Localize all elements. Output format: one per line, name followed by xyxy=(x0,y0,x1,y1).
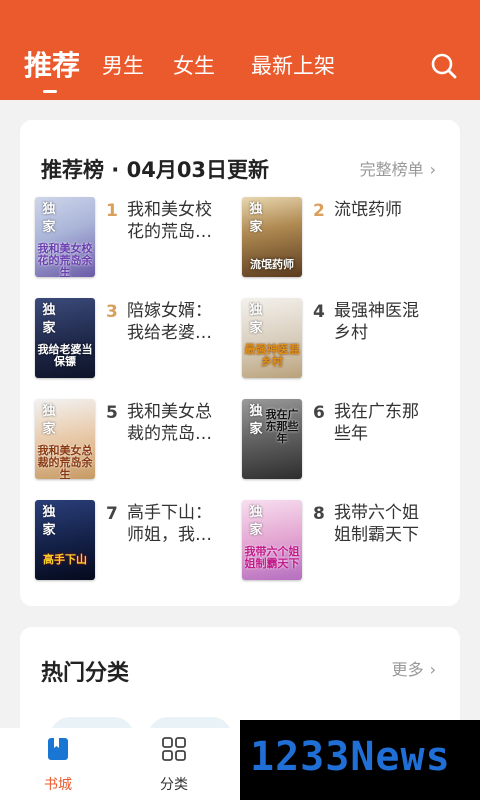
cover-title: 我在广东那些年 xyxy=(265,408,299,445)
book-cover: 独家 我带六个姐姐制霸天下 xyxy=(242,500,302,580)
book-title: 我和美女校花的荒岛… xyxy=(127,200,212,242)
exclusive-tag: 独家 xyxy=(249,505,263,538)
bookmark-book-icon xyxy=(48,738,68,760)
hot-categories-title: 热门分类 xyxy=(41,661,130,686)
tab-male[interactable]: 男生 xyxy=(102,40,144,92)
book-item[interactable]: 独家 我在广东那些年 6 我在广东那些年 xyxy=(242,399,442,483)
ranking-card: 推荐榜 · 04月03日更新 完整榜单 › 独家 我和美女校花的荒岛余生 1 我和… xyxy=(20,120,460,606)
rank-number: 5 xyxy=(106,403,118,423)
book-cover: 独家 最强神医混乡村 xyxy=(242,298,302,378)
exclusive-tag: 独家 xyxy=(42,404,56,437)
cover-title: 最强神医混乡村 xyxy=(244,343,300,368)
exclusive-tag: 独家 xyxy=(249,303,263,336)
more-categories-link[interactable]: 更多 › xyxy=(392,656,436,680)
book-item[interactable]: 独家 流氓药师 2 流氓药师 xyxy=(242,197,442,281)
cover-title: 高手下山 xyxy=(43,553,87,566)
nav-bookstore[interactable]: 书城 xyxy=(18,728,98,800)
rank-number: 2 xyxy=(313,201,325,221)
rank-number: 3 xyxy=(106,302,118,322)
nav-label: 书城 xyxy=(44,777,72,793)
nav-label: 分类 xyxy=(160,777,188,793)
active-tab-indicator xyxy=(43,90,57,93)
book-item[interactable]: 独家 我带六个姐姐制霸天下 8 我带六个姐姐制霸天下 xyxy=(242,500,442,584)
book-title: 最强神医混乡村 xyxy=(334,301,419,343)
exclusive-tag: 独家 xyxy=(42,505,56,538)
exclusive-tag: 独家 xyxy=(249,202,263,235)
book-title: 我和美女总裁的荒岛… xyxy=(127,402,212,444)
watermark-text: 1233News xyxy=(250,734,451,780)
watermark-banner: 1233News xyxy=(240,720,480,800)
rank-number: 1 xyxy=(106,201,118,221)
app-header: 推荐 男生 女生 最新上架 xyxy=(0,0,480,100)
book-title: 我在广东那些年 xyxy=(334,402,419,444)
search-icon[interactable] xyxy=(430,52,458,80)
nav-categories[interactable]: 分类 xyxy=(134,728,214,800)
rank-number: 8 xyxy=(313,504,325,524)
book-title: 陪嫁女婿：我给老婆… xyxy=(127,301,212,343)
tab-recommend[interactable]: 推荐 xyxy=(24,40,80,92)
cover-title: 我和美女总裁的荒岛余生 xyxy=(37,444,93,480)
rank-number: 4 xyxy=(313,302,325,322)
exclusive-tag: 独家 xyxy=(42,202,56,235)
book-title: 我带六个姐姐制霸天下 xyxy=(334,503,419,545)
cover-title: 流氓药师 xyxy=(250,258,294,271)
rank-number: 6 xyxy=(313,403,325,423)
book-item[interactable]: 独家 我和美女校花的荒岛余生 1 我和美女校花的荒岛… xyxy=(35,197,235,281)
book-item[interactable]: 独家 高手下山 7 高手下山：师姐，我… xyxy=(35,500,235,584)
tab-latest[interactable]: 最新上架 xyxy=(251,40,335,92)
book-cover: 独家 流氓药师 xyxy=(242,197,302,277)
exclusive-tag: 独家 xyxy=(42,303,56,336)
chevron-right-icon: › xyxy=(429,160,436,179)
book-cover: 独家 我和美女校花的荒岛余生 xyxy=(35,197,95,277)
full-ranking-link[interactable]: 完整榜单 › xyxy=(360,156,436,180)
cover-title: 我给老婆当保镖 xyxy=(37,343,93,368)
book-item[interactable]: 独家 最强神医混乡村 4 最强神医混乡村 xyxy=(242,298,442,382)
book-title: 流氓药师 xyxy=(334,200,402,220)
chevron-right-icon: › xyxy=(429,660,436,679)
book-item[interactable]: 独家 我给老婆当保镖 3 陪嫁女婿：我给老婆… xyxy=(35,298,235,382)
book-cover: 独家 高手下山 xyxy=(35,500,95,580)
tab-female[interactable]: 女生 xyxy=(173,40,215,92)
grid-icon xyxy=(162,737,186,761)
full-ranking-label: 完整榜单 xyxy=(359,160,424,179)
ranking-title: 推荐榜 · 04月03日更新 xyxy=(41,158,270,182)
cover-title: 我和美女校花的荒岛余生 xyxy=(37,242,93,278)
book-cover: 独家 我给老婆当保镖 xyxy=(35,298,95,378)
exclusive-tag: 独家 xyxy=(249,404,263,437)
book-title: 高手下山：师姐，我… xyxy=(127,503,212,545)
book-cover: 独家 我和美女总裁的荒岛余生 xyxy=(35,399,95,479)
book-cover: 独家 我在广东那些年 xyxy=(242,399,302,479)
rank-number: 7 xyxy=(106,504,118,524)
book-item[interactable]: 独家 我和美女总裁的荒岛余生 5 我和美女总裁的荒岛… xyxy=(35,399,235,483)
cover-title: 我带六个姐姐制霸天下 xyxy=(244,545,300,570)
top-tabs: 推荐 男生 女生 最新上架 xyxy=(0,40,480,96)
more-label: 更多 xyxy=(391,660,424,679)
